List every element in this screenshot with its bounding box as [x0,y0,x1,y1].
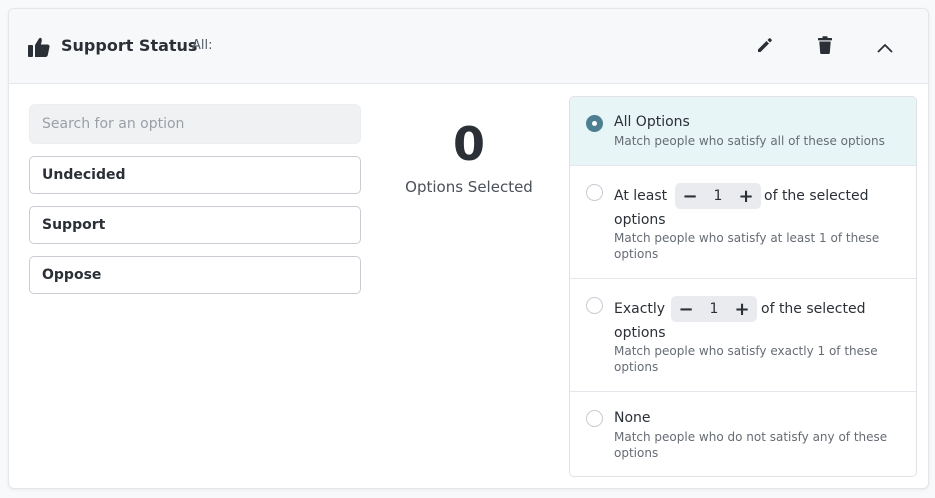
decrement-button[interactable]: − [677,299,695,320]
quantity-stepper: − 1 + [671,296,757,322]
trash-icon [817,36,833,58]
option-support[interactable]: Support [29,206,361,244]
increment-button[interactable]: + [737,186,755,207]
chevron-up-icon [877,38,893,57]
radio-all[interactable] [586,115,603,132]
match-mode-all[interactable]: All Options Match people who satisfy all… [570,97,916,166]
selected-count: 0 [452,117,485,171]
mode-suffix: of the selected [761,301,866,317]
radio-exactly[interactable] [586,297,603,314]
filter-header: Support Status All: [9,9,928,84]
option-label: Undecided [42,167,126,183]
mode-description: Match people who satisfy at least 1 of t… [614,231,880,261]
mode-suffix-line2: options [614,212,666,228]
increment-button[interactable]: + [733,299,751,320]
match-mode-group: All Options Match people who satisfy all… [569,96,917,477]
filter-card: Support Status All: Search for an option… [8,8,929,489]
delete-button[interactable] [812,34,838,60]
edit-button[interactable] [752,34,778,60]
option-oppose[interactable]: Oppose [29,256,361,294]
mode-title: None [614,410,651,426]
radio-none[interactable] [586,410,603,427]
stepper-value: 1 [713,188,723,204]
collapse-button[interactable] [872,34,898,60]
mode-description: Match people who do not satisfy any of t… [614,430,888,460]
match-mode-exactly[interactable]: Exactly − 1 + of the selected options Ma… [570,279,916,392]
match-mode-at-least[interactable]: At least − 1 + of the selected options M… [570,166,916,279]
mode-title: All Options [614,114,690,130]
stepper-value: 1 [709,301,719,317]
decrement-button[interactable]: − [681,186,699,207]
search-input[interactable] [29,104,361,144]
filter-title: Support Status [61,36,198,55]
mode-description: Match people who satisfy exactly 1 of th… [614,344,878,374]
mode-description: Match people who satisfy all of these op… [614,134,885,148]
quantity-stepper: − 1 + [675,183,761,209]
thumbs-up-icon [28,37,50,57]
pencil-icon [756,36,774,58]
radio-at-least[interactable] [586,184,603,201]
filter-subtitle: All: [192,38,213,53]
option-label: Oppose [42,267,102,283]
match-mode-none[interactable]: None Match people who do not satisfy any… [570,392,916,476]
selected-count-label: Options Selected [405,178,533,196]
mode-prefix: At least [614,188,668,204]
mode-suffix-line2: options [614,325,666,341]
mode-prefix: Exactly [614,301,666,317]
option-label: Support [42,217,106,233]
option-undecided[interactable]: Undecided [29,156,361,194]
mode-suffix: of the selected [764,188,869,204]
